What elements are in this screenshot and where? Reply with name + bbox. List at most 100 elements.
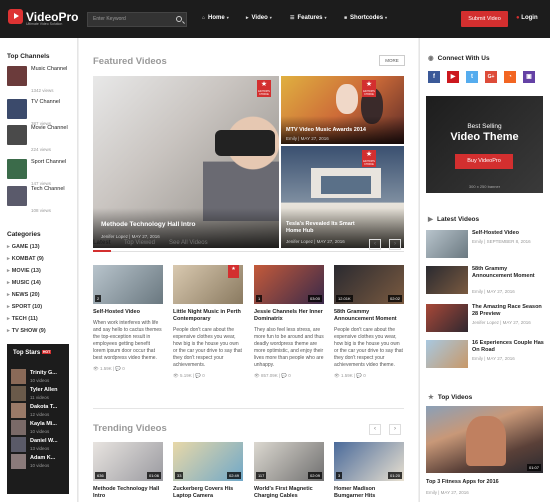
tab-top-viewed[interactable]: Top Viewed [124, 240, 155, 246]
category-link[interactable]: GAME (13) [7, 244, 40, 250]
video-title[interactable]: Jessie Channels Her Inner Dominatrix [254, 309, 324, 323]
video-thumbnail[interactable]: 12.01K 02:02 [334, 265, 404, 304]
section-divider [93, 408, 404, 409]
youtube-icon[interactable]: ▶ [447, 71, 459, 83]
next-arrow-icon[interactable]: › [389, 424, 401, 435]
ad-banner[interactable]: Best Selling Video Theme Buy VideoPro 30… [426, 96, 543, 193]
video-thumbnail[interactable]: 2 [93, 265, 163, 304]
google-plus-icon[interactable]: G+ [485, 71, 497, 83]
star-item[interactable]: Dakota T... 12 videos [11, 403, 67, 421]
video-meta: 👁 5.19K | 💬 0 [173, 373, 205, 378]
nav-video[interactable]: ▸ Video ▾ [246, 15, 272, 21]
prev-arrow-icon[interactable]: ‹ [369, 424, 381, 435]
twitter-icon[interactable]: t [466, 71, 478, 83]
login-link[interactable]: ● Login [516, 15, 538, 21]
top-video-thumbnail[interactable]: 01:07 [426, 406, 543, 473]
video-title[interactable]: Little Night Music in Perth Contemporary [173, 309, 243, 323]
video-card[interactable]: 2 Self-Hosted Video When work interferes… [93, 265, 163, 372]
channel-item[interactable]: Sport Channel 147 views [7, 159, 77, 189]
video-title[interactable]: World's First Magnetic Charging Cables [254, 486, 324, 500]
trending-card[interactable]: 636 01:06 Methode Technology Hall Intro [93, 442, 163, 500]
submit-video-button[interactable]: Submit Video [461, 11, 508, 27]
channel-name: Sport Channel [31, 159, 67, 165]
search-input[interactable]: Enter Keyword [87, 12, 187, 27]
video-card[interactable]: ★ Little Night Music in Perth Contempora… [173, 265, 243, 379]
next-arrow-icon[interactable]: › [389, 239, 401, 250]
video-thumbnail[interactable]: 117 02:09 [254, 442, 324, 481]
star-item[interactable]: Kayla Mi... 10 videos [11, 420, 67, 438]
star-item[interactable]: Trinity G... 10 videos [11, 369, 67, 387]
avatar [11, 386, 26, 401]
views-badge: 117 [256, 472, 267, 479]
featured-video-item[interactable]: ★ EDITOR'S CHOICE Tesla's Revealed Its Sm… [281, 146, 404, 248]
video-tabs: Latest Top Viewed See All Videos [93, 236, 404, 252]
trending-card[interactable]: 3 01:20 Homer Madison Bumgarner Hits [334, 442, 404, 500]
star-icon: ★ [231, 266, 236, 272]
featured-video-item[interactable]: ★ EDITOR'S CHOICE MTV Video Music Awards … [281, 76, 404, 144]
logo-text: VideoPro [26, 9, 79, 24]
channel-name: Tech Channel [31, 186, 65, 192]
video-thumbnail[interactable]: 636 01:06 [93, 442, 163, 481]
nav-shortcodes[interactable]: ■ Shortcodes ▾ [344, 15, 387, 21]
latest-video-item[interactable]: Self-Hosted Video Emily | SEPTEMBER 8, 20… [426, 230, 544, 264]
category-link[interactable]: MUSIC (14) [7, 280, 41, 286]
star-item[interactable]: Daniel W... 13 videos [11, 437, 67, 455]
top-video-title[interactable]: Top 3 Fitness Apps for 2016 [426, 479, 499, 485]
rss-icon[interactable]: ◔ [504, 71, 516, 83]
avatar [11, 369, 26, 384]
trending-card[interactable]: 117 02:09 World's First Magnetic Charging… [254, 442, 324, 500]
channel-name: TV Channel [31, 99, 61, 105]
video-thumbnail [321, 176, 371, 194]
site-logo[interactable]: VideoPro Ultimate Video Solution [8, 9, 79, 26]
featured-video-main[interactable]: ★ EDITOR'S CHOICE Methode Technology Hall… [93, 76, 279, 248]
video-thumbnail[interactable]: 33 02:49 [173, 442, 243, 481]
category-link[interactable]: TV SHOW (9) [7, 328, 46, 334]
channel-item[interactable]: Music Channel 1342 views [7, 66, 77, 96]
channel-name: Movie Channel [31, 125, 68, 131]
video-meta: 👁 1.59K | 💬 0 [334, 373, 366, 378]
more-button[interactable]: MORE [379, 55, 405, 66]
video-card[interactable]: 12.01K 02:02 58th Grammy Announcement Mom… [334, 265, 404, 379]
top-stars-title: Top Stars HOT [13, 350, 52, 356]
list-icon: ☰ [290, 15, 295, 21]
category-link[interactable]: MOVIE (13) [7, 268, 41, 274]
video-title[interactable]: 58th Grammy Announcement Moment [334, 309, 404, 323]
right-sidebar: ◉ Connect With Us f ▶ t G+ ◔ ▣ Best Selli… [419, 38, 550, 502]
video-thumbnail[interactable]: 3 01:20 [334, 442, 404, 481]
site-header: VideoPro Ultimate Video Solution Enter K… [0, 0, 550, 38]
top-stars-panel: Top Stars HOT Trinity G... 10 videos Tyle… [7, 344, 69, 494]
star-item[interactable]: Tyler Allen 11 videos [11, 386, 67, 404]
channel-item[interactable]: Tech Channel 108 views [7, 186, 77, 216]
video-card[interactable]: 1 03:00 Jessie Channels Her Inner Dominat… [254, 265, 324, 379]
tab-see-all[interactable]: See All Videos [169, 240, 208, 246]
category-link[interactable]: SPORT (10) [7, 304, 42, 310]
featured-title[interactable]: Methode Technology Hall Intro [101, 221, 196, 228]
video-thumbnail[interactable]: 1 03:00 [254, 265, 324, 304]
buy-videopro-button[interactable]: Buy VideoPro [455, 154, 513, 169]
latest-video-item[interactable]: 16 Experiences Couple Has On Road Emily |… [426, 340, 544, 374]
video-title[interactable]: Zuckerberg Covers His Laptop Camera [173, 486, 243, 500]
latest-video-item[interactable]: 58th Grammy Announcement Moment Emily | M… [426, 266, 544, 300]
prev-arrow-icon[interactable]: ‹ [369, 239, 381, 250]
views-badge: 636 [95, 472, 106, 479]
channel-item[interactable]: Movie Channel 224 views [7, 125, 77, 155]
channel-name: Music Channel [31, 66, 68, 72]
views-badge: 2 [95, 295, 102, 302]
video-title[interactable]: Methode Technology Hall Intro [93, 486, 163, 500]
search-icon[interactable] [176, 16, 182, 22]
twitch-icon[interactable]: ▣ [523, 71, 535, 83]
star-item[interactable]: Adam K... 10 videos [11, 454, 67, 472]
video-title[interactable]: Self-Hosted Video [93, 309, 163, 316]
tab-latest[interactable]: Latest [93, 240, 111, 252]
facebook-icon[interactable]: f [428, 71, 440, 83]
video-title[interactable]: Homer Madison Bumgarner Hits [334, 486, 404, 500]
nav-home[interactable]: ⌂ Home ▾ [202, 15, 229, 21]
latest-video-item[interactable]: The Amazing Race Season 28 Preview Jenife… [426, 304, 544, 338]
category-link[interactable]: TECH (11) [7, 316, 38, 322]
category-link[interactable]: NEWS (20) [7, 292, 40, 298]
category-link[interactable]: KOMBAT (9) [7, 256, 44, 262]
video-thumbnail[interactable]: ★ [173, 265, 243, 304]
nav-features[interactable]: ☰ Features ▾ [290, 15, 327, 21]
video-meta: 👁 857.09K | 💬 0 [254, 373, 291, 378]
trending-card[interactable]: 33 02:49 Zuckerberg Covers His Laptop Cam… [173, 442, 243, 500]
